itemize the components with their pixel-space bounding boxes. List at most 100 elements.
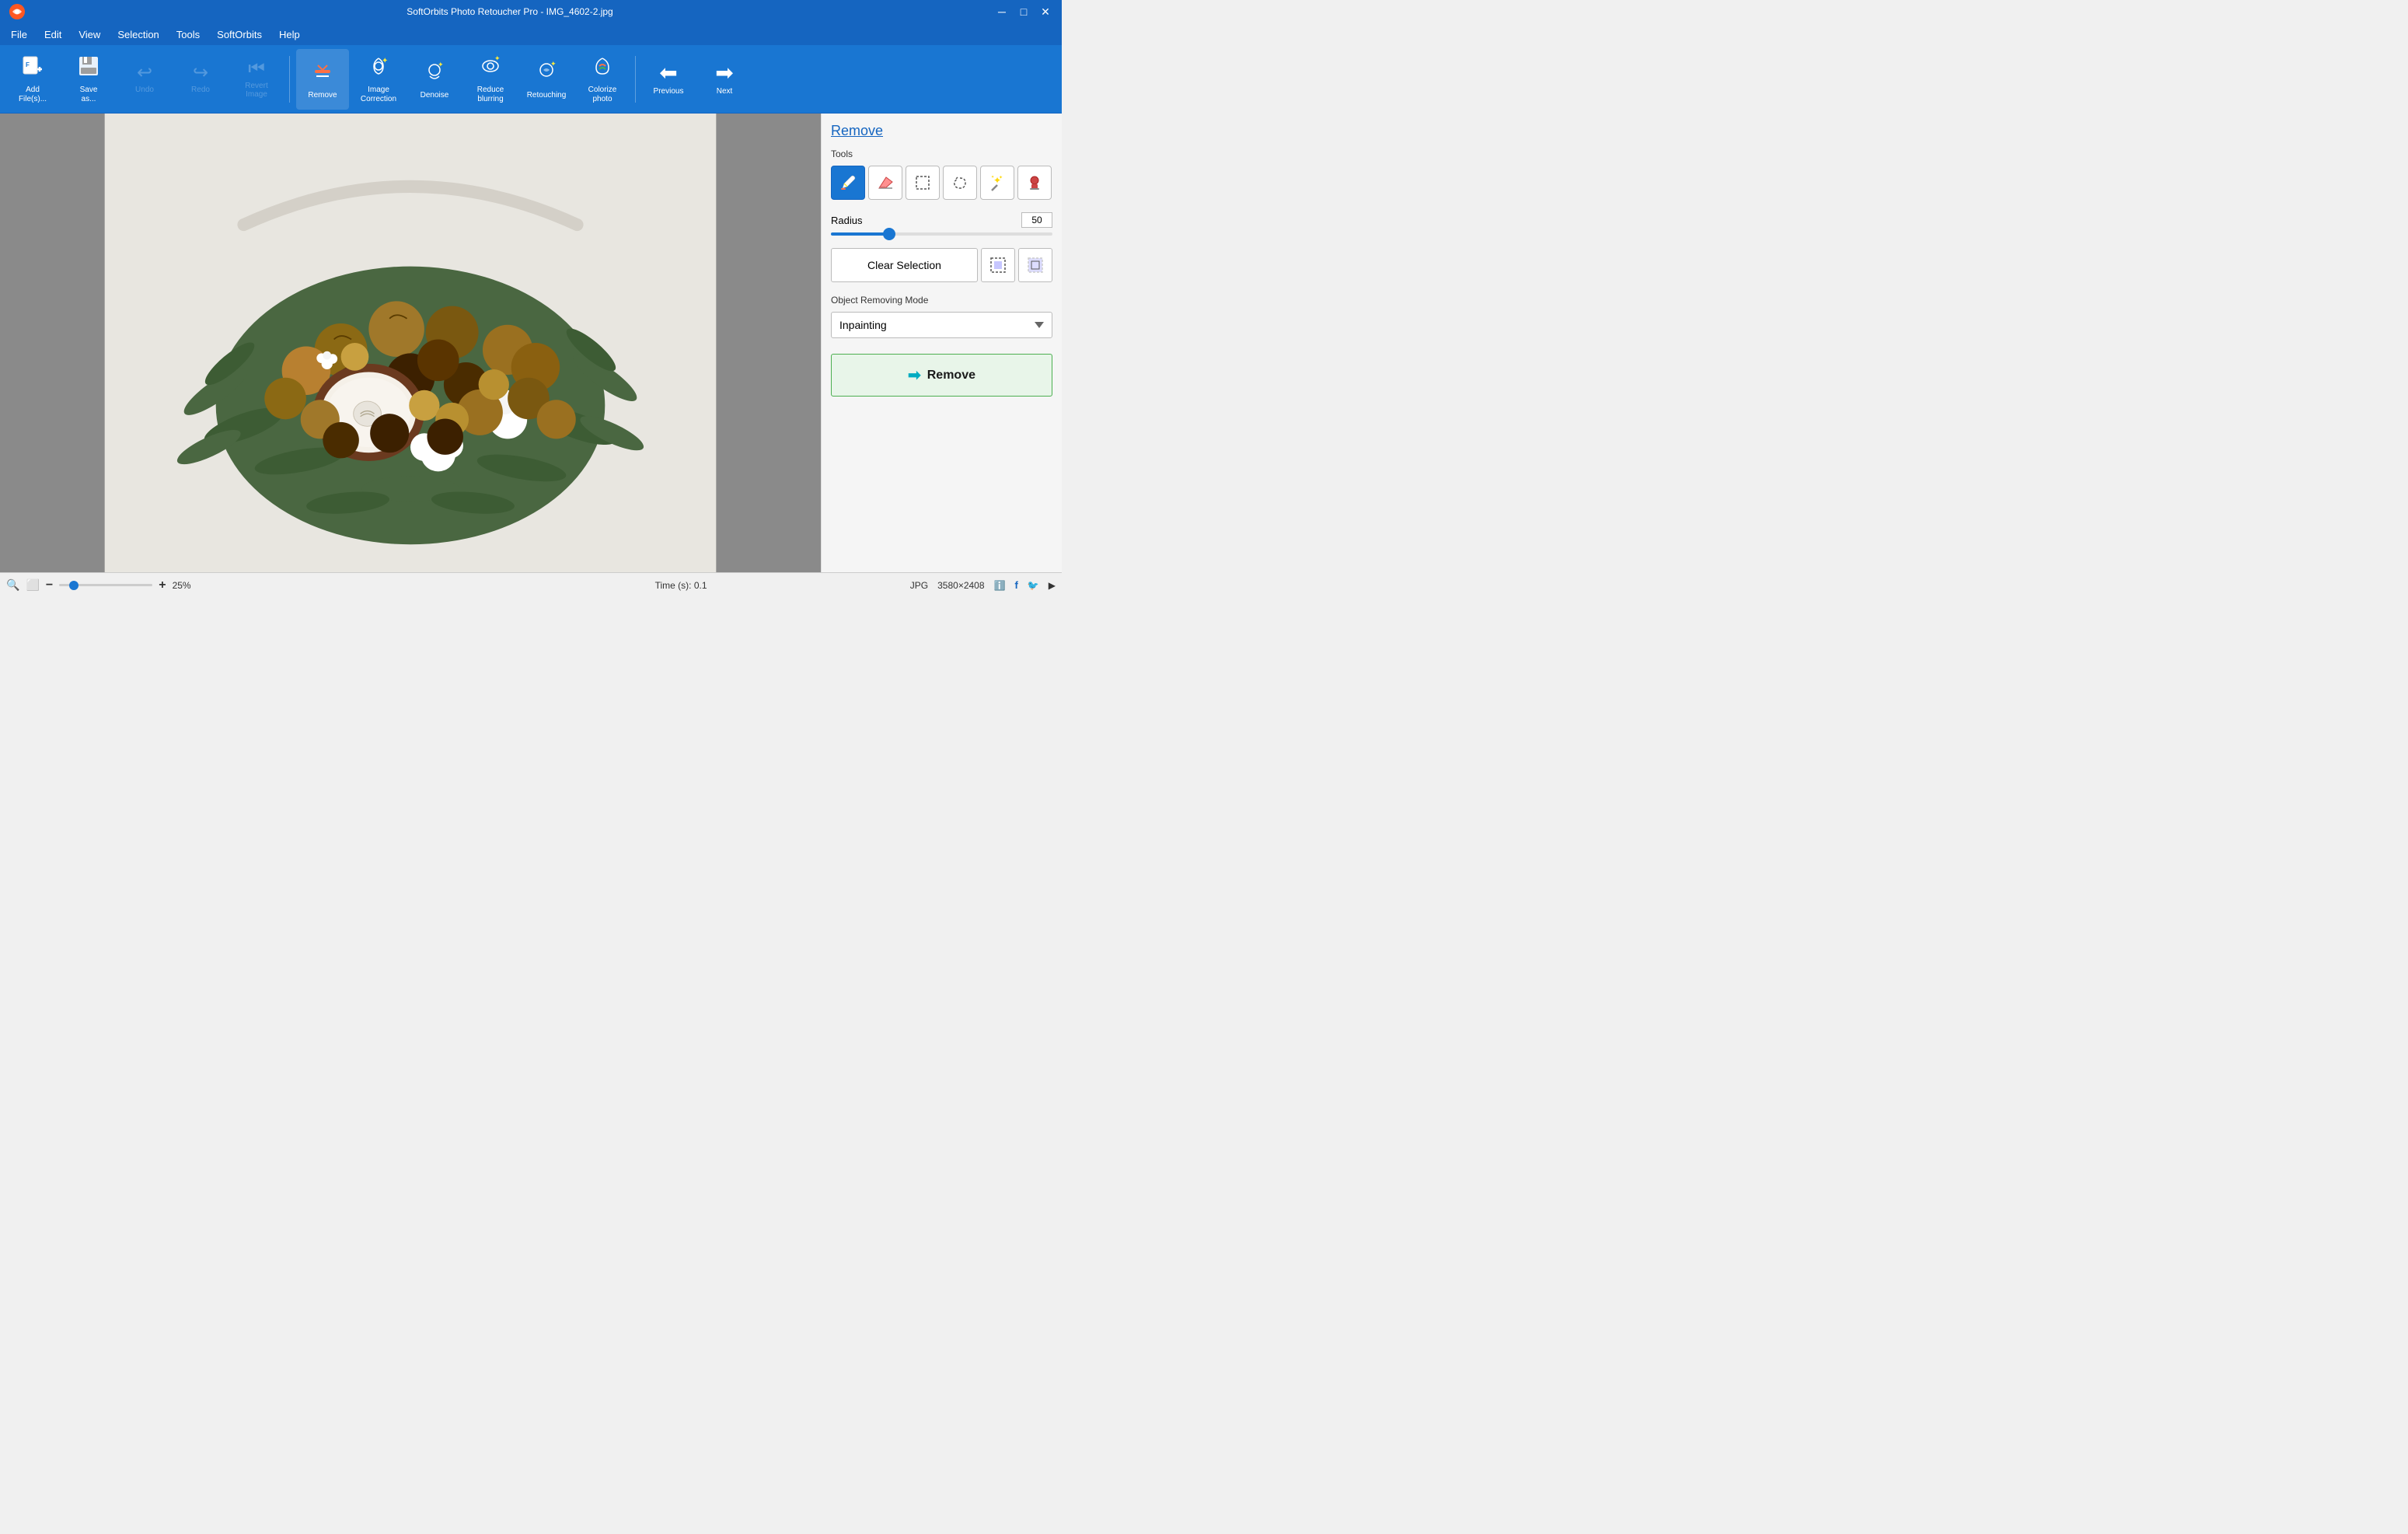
add-files-button[interactable]: F AddFile(s)... <box>6 49 59 110</box>
eraser-tool-button[interactable] <box>868 166 902 200</box>
window-title: SoftOrbits Photo Retoucher Pro - IMG_460… <box>28 6 992 17</box>
canvas-area[interactable] <box>0 114 821 572</box>
zoom-in-icon[interactable]: + <box>159 578 166 592</box>
add-files-icon: F <box>20 54 45 82</box>
next-icon: ➡ <box>715 62 733 84</box>
svg-text:✦: ✦ <box>999 175 1003 180</box>
tools-label: Tools <box>831 149 1052 159</box>
menu-selection[interactable]: Selection <box>110 26 166 44</box>
facebook-icon[interactable]: f <box>1014 579 1017 591</box>
remove-action-label: Remove <box>927 369 975 383</box>
reduce-blurring-icon: ✦ <box>478 54 503 82</box>
previous-label: Previous <box>654 87 684 96</box>
fit-selection-icon[interactable]: ⬜ <box>26 578 39 592</box>
image-correction-icon: ✦ <box>366 54 391 82</box>
tools-row: ✦ ✦ ✦ <box>831 166 1052 200</box>
add-files-label: AddFile(s)... <box>19 86 47 104</box>
menu-view[interactable]: View <box>71 26 108 44</box>
pencil-tool-button[interactable] <box>831 166 865 200</box>
main-layout: Remove Tools <box>0 114 1062 572</box>
remove-arrow-icon: ➡ <box>908 365 921 385</box>
colorize-icon <box>590 54 615 82</box>
clear-selection-row: Clear Selection <box>831 248 1052 282</box>
magic-wand-button[interactable]: ✦ ✦ ✦ <box>980 166 1014 200</box>
svg-text:✦: ✦ <box>494 54 501 62</box>
youtube-icon[interactable]: ▶ <box>1049 580 1056 591</box>
time-label: Time (s): 0.1 <box>655 580 707 591</box>
statusbar: 🔍 ⬜ − + 25% Time (s): 0.1 JPG 3580×2408 … <box>0 572 1062 597</box>
image-correction-label: ImageCorrection <box>361 86 396 104</box>
radius-section: Radius 50 <box>831 212 1052 228</box>
retouching-label: Retouching <box>527 91 567 100</box>
previous-icon: ⬅ <box>659 62 677 84</box>
svg-text:✦: ✦ <box>382 57 388 65</box>
format-label: JPG <box>910 580 928 591</box>
svg-text:✦: ✦ <box>991 175 994 180</box>
radius-value: 50 <box>1021 212 1052 228</box>
remove-action-button[interactable]: ➡ Remove <box>831 354 1052 397</box>
rect-select-button[interactable] <box>906 166 940 200</box>
window-controls: ─ □ ✕ <box>992 2 1056 22</box>
menu-edit[interactable]: Edit <box>37 26 69 44</box>
info-icon[interactable]: ℹ️ <box>994 580 1006 591</box>
undo-icon: ↩ <box>137 64 152 82</box>
redo-label: Redo <box>191 86 210 94</box>
revert-icon: ⏮ <box>248 60 265 79</box>
undo-button[interactable]: ↩ Undo <box>118 49 171 110</box>
statusbar-right: JPG 3580×2408 ℹ️ f 🐦 ▶ <box>910 579 1056 591</box>
twitter-icon[interactable]: 🐦 <box>1028 580 1039 591</box>
save-as-label: Saveas... <box>80 86 98 104</box>
remove-tool-button[interactable]: Remove <box>296 49 349 110</box>
colorize-label: Colorizephoto <box>588 86 617 104</box>
image-correction-button[interactable]: ✦ ImageCorrection <box>352 49 405 110</box>
save-as-button[interactable]: Saveas... <box>62 49 115 110</box>
previous-button[interactable]: ⬅ Previous <box>642 49 695 110</box>
revert-label: RevertImage <box>245 82 267 99</box>
menubar: File Edit View Selection Tools SoftOrbit… <box>0 23 1062 45</box>
clear-selection-button[interactable]: Clear Selection <box>831 248 978 282</box>
revert-button[interactable]: ⏮ RevertImage <box>230 49 283 110</box>
invert-selection-button[interactable] <box>1018 248 1052 282</box>
object-removing-mode-label: Object Removing Mode <box>831 295 1052 306</box>
denoise-button[interactable]: ✦ Denoise <box>408 49 461 110</box>
denoise-label: Denoise <box>421 91 449 100</box>
close-button[interactable]: ✕ <box>1035 2 1056 22</box>
svg-text:F: F <box>26 61 30 68</box>
retouching-button[interactable]: ✦ Retouching <box>520 49 573 110</box>
right-panel: Remove Tools <box>821 114 1062 572</box>
redo-button[interactable]: ↪ Redo <box>174 49 227 110</box>
colorize-button[interactable]: Colorizephoto <box>576 49 629 110</box>
undo-label: Undo <box>135 86 154 94</box>
radius-label-text: Radius <box>831 215 862 226</box>
redo-icon: ↪ <box>193 64 208 82</box>
zoom-out-icon[interactable]: − <box>46 578 53 592</box>
maximize-button[interactable]: □ <box>1014 2 1034 22</box>
stamp-button[interactable] <box>1017 166 1052 200</box>
radius-slider[interactable] <box>831 232 1052 236</box>
menu-file[interactable]: File <box>3 26 35 44</box>
dimensions-label: 3580×2408 <box>937 580 984 591</box>
menu-tools[interactable]: Tools <box>169 26 208 44</box>
app-logo <box>6 1 28 23</box>
remove-tool-icon <box>310 59 335 88</box>
save-as-icon <box>76 54 101 82</box>
lasso-button[interactable] <box>943 166 977 200</box>
select-all-button[interactable] <box>981 248 1015 282</box>
menu-softorbits[interactable]: SoftOrbits <box>209 26 270 44</box>
next-button[interactable]: ➡ Next <box>698 49 751 110</box>
separator-1 <box>289 56 290 103</box>
next-label: Next <box>717 87 733 96</box>
separator-2 <box>635 56 636 103</box>
fit-window-icon[interactable]: 🔍 <box>6 578 19 592</box>
reduce-blurring-button[interactable]: ✦ Reduceblurring <box>464 49 517 110</box>
toolbar: F AddFile(s)... Saveas... ↩ Undo ↪ Redo … <box>0 45 1062 114</box>
retouching-icon: ✦ <box>534 59 559 88</box>
menu-help[interactable]: Help <box>271 26 308 44</box>
remove-tool-label: Remove <box>308 91 337 100</box>
svg-text:✦: ✦ <box>550 60 557 68</box>
zoom-percent: 25% <box>173 580 191 591</box>
minimize-button[interactable]: ─ <box>992 2 1012 22</box>
object-removing-mode-select[interactable]: Inpainting Content-Aware Fill Texture Sy… <box>831 312 1052 338</box>
zoom-slider[interactable] <box>59 584 152 586</box>
panel-title: Remove <box>831 123 1052 139</box>
